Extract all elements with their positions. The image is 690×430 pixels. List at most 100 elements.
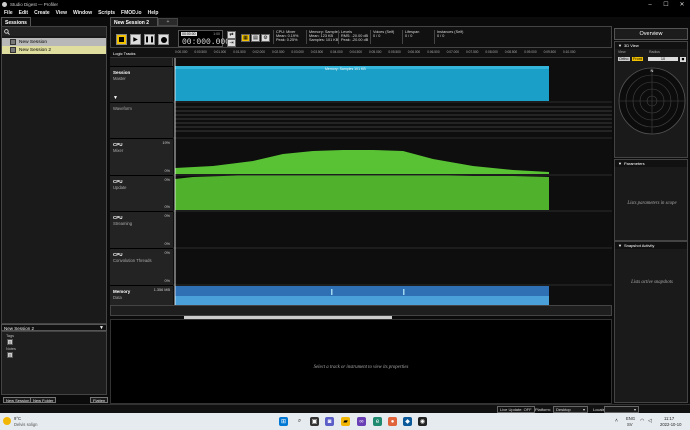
notes-label: Notes (6, 347, 16, 351)
menu-help[interactable]: Help (148, 10, 159, 16)
sessions-browser: New Session New Session 2 (1, 26, 107, 324)
triangle-down-icon[interactable]: ▼ (618, 161, 622, 166)
tab-new-session-2[interactable]: New Session 2 (110, 17, 158, 26)
tray-chevron-icon[interactable]: ˄ (615, 418, 618, 424)
app-icon-orange[interactable]: ● (388, 417, 397, 426)
record-plot-button[interactable]: ▤ (251, 34, 260, 42)
loop-icon: ⇄ (229, 32, 234, 38)
weather-icon[interactable] (3, 417, 11, 425)
overview-tab[interactable]: Overview (614, 28, 688, 40)
timeline-ruler[interactable]: Logic Tracks 0:00.000 0:00.500 0:01.000 0:0… (110, 48, 612, 58)
track-graphs[interactable] (173, 58, 612, 305)
status-bar: Live Update: OFF Platform: Desktop ▾ Loc… (0, 404, 690, 413)
tags-label: Tags (6, 334, 15, 338)
clock-time[interactable]: 11:17 (664, 416, 674, 421)
sessions-tab[interactable]: Sessions (1, 17, 31, 26)
stat-line: 0 / 0 (405, 34, 413, 39)
task-view-icon[interactable]: ▣ (310, 417, 319, 426)
session-properties: Tags ≡ Notes ≡ (1, 331, 107, 395)
stat-lifespan: Lifespan 0 / 0 (402, 30, 419, 44)
session-search[interactable] (2, 27, 106, 36)
clock-top-value: 00:00:00 (181, 32, 197, 36)
maximize-button[interactable]: ☐ (658, 0, 674, 9)
radius-input[interactable]: 10 (648, 57, 678, 61)
new-tab-button[interactable]: + (158, 18, 178, 26)
ruler-tick: 0:05.500 (388, 50, 401, 54)
record-api-button[interactable]: ▦ (241, 34, 250, 42)
properties-placeholder: Select a track or instrument to view its… (313, 365, 409, 370)
track-label-memory-data[interactable]: Memory Data 1.356 MB (110, 285, 173, 305)
properties-panel: Select a track or instrument to view its… (110, 319, 612, 404)
volume-icon[interactable]: ◁ (648, 418, 652, 424)
menu-scripts[interactable]: Scripts (98, 10, 115, 16)
ruler-tick: 0:02.000 (252, 50, 266, 54)
track-label-cpu-convolution[interactable]: CPU Convolution Threads 0% 0% (110, 248, 173, 285)
session-item-new-session[interactable]: New Session (2, 38, 106, 46)
session-item-new-session-2[interactable]: New Session 2 (2, 46, 106, 54)
pause-button[interactable]: ❚❚ (144, 34, 155, 45)
windows-taskbar: 9°C Delvis solign ⊞ ⌕ ▣ ◙ ▰ ∞ e ● ◆ ◉ ˄ … (0, 413, 690, 430)
chat-icon[interactable]: ◙ (325, 417, 334, 426)
search-icon[interactable]: ⌕ (295, 417, 304, 426)
notes-editor-icon[interactable]: ≡ (7, 352, 13, 358)
live-update-toggle[interactable]: Live Update: OFF (497, 406, 535, 413)
app-icon-blue[interactable]: ◆ (403, 417, 412, 426)
triangle-down-icon[interactable]: ▼ (618, 43, 622, 48)
play-button[interactable]: ▶ (130, 34, 141, 45)
menu-file[interactable]: File (4, 10, 13, 16)
3d-view-compass[interactable]: N (618, 66, 686, 136)
ruler-tick: 0:10.000 (563, 50, 576, 54)
tag-editor-icon[interactable]: ≡ (7, 339, 13, 345)
triangle-down-icon[interactable]: ▼ (618, 243, 622, 248)
platform-select[interactable]: Desktop ▾ (553, 406, 588, 413)
chevron-down-icon: ▾ (582, 407, 585, 412)
record-button[interactable] (158, 34, 169, 45)
section-title: 3D View (623, 43, 639, 48)
ruler-tick: 0:03.500 (310, 50, 324, 54)
weather-desc: Delvis solign (14, 422, 38, 427)
edge-icon[interactable]: e (373, 417, 382, 426)
wifi-icon[interactable]: ◠ (640, 418, 644, 424)
clock-date[interactable]: 2022-10-10 (660, 422, 681, 427)
minimize-button[interactable]: – (642, 0, 658, 9)
track-label-waveform[interactable]: Waveform (110, 102, 173, 138)
stat-line: 0 / 0 (373, 34, 381, 39)
track-name: CPU (113, 142, 123, 147)
graph-icon: ▤ (253, 35, 258, 41)
stop-button[interactable] (116, 34, 127, 45)
loop-button[interactable]: ⇄ (227, 31, 236, 39)
compass-north: N (651, 68, 654, 73)
record-lifespan-button[interactable]: ⚙ (261, 34, 270, 42)
stat-line: Peak: 0.25% (276, 38, 298, 43)
file-explorer-icon[interactable]: ▰ (341, 417, 350, 426)
menu-create[interactable]: Create (34, 10, 50, 16)
track-label-cpu-mixer[interactable]: CPU Mixer 19% 0% (110, 138, 173, 175)
track-label-session-master[interactable]: Session Master ▼ (110, 66, 173, 102)
locale-select[interactable]: ▾ (604, 406, 639, 413)
visual-studio-icon[interactable]: ∞ (357, 417, 366, 426)
ruler-tick: 0:03.000 (291, 50, 304, 54)
fmod-studio-icon[interactable]: ◉ (418, 417, 427, 426)
menu-view[interactable]: View (56, 10, 67, 16)
new-folder-button[interactable]: New Folder (30, 397, 57, 403)
lang-2[interactable]: SV (627, 422, 633, 427)
flatten-button[interactable]: Flatten (90, 397, 109, 403)
start-icon[interactable]: ⊞ (279, 417, 288, 426)
lock-icon[interactable]: ◼ (680, 57, 686, 62)
lang-1[interactable]: ENG (626, 416, 635, 421)
ortho-button[interactable]: Ortho (618, 57, 630, 61)
clock-time: 00:000.000 (182, 38, 231, 47)
front-button[interactable]: Front (632, 57, 643, 61)
close-button[interactable]: ✕ (674, 0, 690, 9)
track-label-cpu-update[interactable]: CPU Update 0% 0% (110, 175, 173, 211)
ruler-tick: 0:08.500 (504, 50, 518, 54)
menu-fmod-io[interactable]: FMOD.io (121, 10, 142, 16)
menu-window[interactable]: Window (73, 10, 92, 16)
menu-edit[interactable]: Edit (19, 10, 28, 16)
ruler-tick: 0:04.500 (349, 50, 363, 54)
track-label-cpu-streaming[interactable]: CPU Streaming 0% 0% (110, 211, 173, 248)
new-session-button[interactable]: New Session (3, 397, 33, 403)
parameters-panel: ▼ Parameters Lists parameters in scope (614, 159, 688, 241)
triangle-down-icon[interactable]: ▼ (113, 95, 118, 101)
follow-button[interactable]: ⇥ (227, 39, 236, 47)
